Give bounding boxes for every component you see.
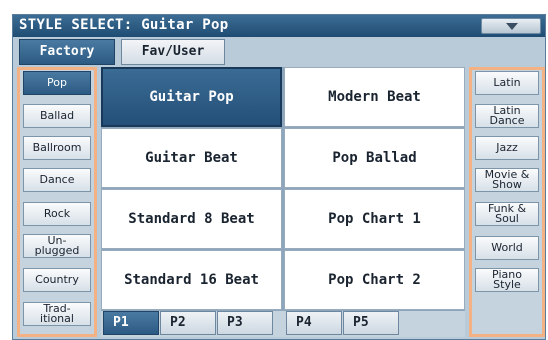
style-cell-pop-chart-1[interactable]: Pop Chart 1 — [284, 189, 465, 249]
style-cell-pop-chart-2[interactable]: Pop Chart 2 — [284, 250, 465, 310]
category-button-latin-dance[interactable]: Latin Dance — [475, 104, 539, 128]
page-tab-p3[interactable]: P3 — [217, 311, 273, 335]
category-button-funk-soul[interactable]: Funk & Soul — [475, 202, 539, 226]
category-button-pop[interactable]: Pop — [23, 71, 91, 95]
category-button-world[interactable]: World — [475, 236, 539, 260]
tab-fav-user[interactable]: Fav/User — [121, 39, 225, 65]
page-tabs: P1 P2 P3 P4 P5 — [101, 311, 465, 337]
tab-factory[interactable]: Factory — [19, 39, 115, 65]
category-button-ballad[interactable]: Ballad — [23, 104, 91, 128]
category-panel-right: Latin Latin Dance Jazz Movie & Show Funk… — [469, 67, 545, 337]
triangle-down-icon — [506, 23, 518, 30]
style-select-screen: STYLE SELECT: Guitar Pop Factory Fav/Use… — [12, 14, 546, 340]
style-grid: Guitar Pop Modern Beat Guitar Beat Pop B… — [101, 67, 465, 311]
category-button-traditional[interactable]: Trad- itional — [23, 302, 91, 326]
category-button-ballroom[interactable]: Ballroom — [23, 136, 91, 160]
category-button-unplugged[interactable]: Un- plugged — [23, 234, 91, 258]
page-tab-p2[interactable]: P2 — [160, 311, 216, 335]
style-cell-standard-8-beat[interactable]: Standard 8 Beat — [101, 189, 282, 249]
style-cell-standard-16-beat[interactable]: Standard 16 Beat — [101, 250, 282, 310]
style-cell-guitar-beat[interactable]: Guitar Beat — [101, 128, 282, 188]
category-button-movie-show[interactable]: Movie & Show — [475, 168, 539, 192]
title-bar: STYLE SELECT: Guitar Pop — [13, 15, 545, 37]
category-button-latin[interactable]: Latin — [475, 71, 539, 95]
page-title: STYLE SELECT: Guitar Pop — [19, 17, 229, 33]
page-tab-p4[interactable]: P4 — [286, 311, 342, 335]
page-tab-p5[interactable]: P5 — [343, 311, 399, 335]
category-panel-left: Pop Ballad Ballroom Dance Rock Un- plugg… — [17, 67, 97, 337]
page-menu-button[interactable] — [481, 18, 541, 34]
category-button-country[interactable]: Country — [23, 268, 91, 292]
category-button-dance[interactable]: Dance — [23, 168, 91, 192]
style-cell-guitar-pop[interactable]: Guitar Pop — [101, 67, 282, 127]
style-cell-modern-beat[interactable]: Modern Beat — [284, 67, 465, 127]
category-button-piano-style[interactable]: Piano Style — [475, 268, 539, 292]
page-tab-p1[interactable]: P1 — [103, 311, 159, 335]
category-button-jazz[interactable]: Jazz — [475, 136, 539, 160]
category-button-rock[interactable]: Rock — [23, 202, 91, 226]
style-cell-pop-ballad[interactable]: Pop Ballad — [284, 128, 465, 188]
